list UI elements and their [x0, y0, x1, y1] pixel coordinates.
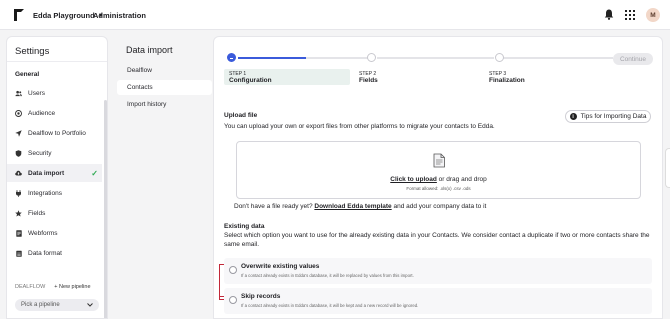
- file-upload-icon: [433, 153, 445, 168]
- sidebar-item-audience[interactable]: Audience: [7, 104, 102, 122]
- subnav-item-contacts[interactable]: Contacts: [117, 80, 212, 95]
- step-line: [306, 57, 368, 59]
- step-progress-line: [238, 57, 306, 59]
- step-name: Fields: [359, 77, 378, 84]
- target-icon: [15, 109, 22, 117]
- radio-button[interactable]: [229, 296, 237, 304]
- import-panel: Continue STEP 1 Configuration STEP 2 Fie…: [213, 36, 663, 319]
- upload-description: You can upload your own or export files …: [224, 123, 495, 130]
- apps-grid-icon[interactable]: [625, 10, 635, 20]
- step-1-dot: [227, 53, 236, 62]
- settings-group-general: General: [15, 71, 40, 78]
- info-icon: i: [569, 113, 577, 120]
- download-template-link[interactable]: Download Edda template: [314, 203, 391, 210]
- template-post: and add your company data to it: [391, 203, 487, 210]
- file-dropzone[interactable]: Click to upload or drag and drop Format …: [236, 141, 641, 199]
- sidebar-item-dealflow-to-portfolio[interactable]: Dealflow to Portfolio: [7, 124, 102, 142]
- breadcrumb[interactable]: Administration: [93, 11, 146, 20]
- sidebar-item-label: Webforms: [28, 229, 58, 237]
- subnav-title: Data import: [126, 45, 173, 55]
- chevron-down-icon: [87, 303, 93, 307]
- sidebar-item-fields[interactable]: Fields: [7, 204, 102, 222]
- users-icon: [15, 90, 22, 97]
- divider: [7, 61, 107, 62]
- sidebar-item-webforms[interactable]: Webforms: [7, 224, 102, 242]
- option-skip[interactable]: Skip records If a contact already exists…: [224, 288, 652, 314]
- workspace-name: Edda Playground: [33, 11, 95, 20]
- step-name: Configuration: [229, 77, 272, 84]
- step-3: STEP 3 Finalization: [484, 69, 604, 85]
- step-2: STEP 2 Fields: [354, 69, 474, 85]
- star-icon: [15, 209, 22, 217]
- dropzone-text: Click to upload or drag and drop: [237, 176, 640, 183]
- sidebar-item-security[interactable]: Security: [7, 144, 102, 162]
- click-to-upload-link[interactable]: Click to upload: [390, 176, 437, 183]
- top-bar: Edda Playground ▼ Administration M: [0, 0, 670, 30]
- radio-button[interactable]: [229, 266, 237, 274]
- sidebar-item-label: Audience: [28, 109, 56, 117]
- avatar[interactable]: M: [646, 8, 660, 22]
- pipeline-picker[interactable]: Pick a pipeline: [15, 299, 99, 311]
- drag-drop-text: or drag and drop: [436, 176, 487, 183]
- dealflow-label: DEALFLOW: [15, 284, 46, 290]
- upload-title: Upload file: [224, 112, 258, 119]
- subnav-item-import-history[interactable]: Import history: [117, 97, 212, 112]
- existing-data-title: Existing data: [224, 223, 265, 230]
- option-title: Overwrite existing values: [241, 263, 320, 270]
- subnav-item-label: Dealflow: [127, 67, 152, 74]
- sidebar-item-label: Users: [28, 89, 45, 97]
- plus-icon: +: [54, 284, 58, 290]
- step-2-dot: [367, 53, 376, 62]
- option-title: Skip records: [241, 293, 281, 300]
- sidebar-item-label: Fields: [28, 209, 46, 217]
- sidebar-scrollbar[interactable]: [104, 100, 107, 318]
- new-pipeline-button[interactable]: + New pipeline: [54, 284, 90, 290]
- sidebar-item-label: Dealflow to Portfolio: [28, 129, 86, 137]
- send-icon: [15, 129, 22, 137]
- calendar-icon: [15, 250, 22, 257]
- side-drawer-handle[interactable]: [665, 148, 670, 188]
- edda-logo-icon[interactable]: [13, 8, 25, 22]
- option-description: If a contact already exists in Edda's da…: [241, 273, 414, 278]
- template-hint: Don't have a file ready yet? Download Ed…: [234, 203, 486, 210]
- subnav-item-label: Contacts: [127, 84, 153, 91]
- step-line: [503, 57, 613, 59]
- new-pipeline-label: New pipeline: [59, 284, 91, 290]
- step-1: STEP 1 Configuration: [224, 69, 350, 85]
- existing-data-description: Select which option you want to use for …: [224, 232, 650, 248]
- shield-icon: [15, 149, 22, 157]
- bell-icon[interactable]: [604, 9, 614, 20]
- data-import-subnav: Data import Dealflow Contacts Import his…: [117, 36, 213, 319]
- stepper: [226, 52, 613, 62]
- template-pre: Don't have a file ready yet?: [234, 203, 315, 210]
- option-overwrite[interactable]: Overwrite existing values If a contact a…: [224, 258, 652, 284]
- sidebar-item-data-format[interactable]: Data format: [7, 244, 102, 262]
- sidebar-item-label: Security: [28, 149, 52, 157]
- sidebar-item-data-import[interactable]: Data import ✓: [7, 164, 102, 182]
- tips-button[interactable]: i Tips for Importing Data: [565, 110, 651, 123]
- pipeline-picker-placeholder: Pick a pipeline: [21, 302, 60, 308]
- document-icon: [15, 229, 22, 237]
- checkmark-icon: ✓: [91, 168, 98, 178]
- subnav-item-label: Import history: [127, 101, 167, 108]
- sidebar-item-label: Integrations: [28, 189, 62, 197]
- allowed-formats: Format allowed: .xls(x) .csv .ods: [406, 186, 471, 191]
- sidebar-item-integrations[interactable]: Integrations: [7, 184, 102, 202]
- cloud-upload-icon: [15, 170, 22, 177]
- step-3-dot: [495, 53, 504, 62]
- sidebar-item-label: Data format: [28, 249, 62, 257]
- option-description: If a contact already exists in Edda's da…: [241, 303, 419, 308]
- continue-button[interactable]: Continue: [613, 53, 653, 65]
- step-line: [377, 57, 494, 59]
- dealflow-section: DEALFLOW + New pipeline: [15, 284, 91, 290]
- settings-sidebar: Settings General Users Audience Dealflow…: [6, 36, 108, 319]
- plug-icon: [15, 189, 22, 197]
- subnav-item-dealflow[interactable]: Dealflow: [117, 63, 212, 78]
- tips-label: Tips for Importing Data: [580, 113, 647, 120]
- settings-title: Settings: [15, 46, 50, 57]
- sidebar-item-label: Data import: [28, 169, 65, 177]
- sidebar-item-users[interactable]: Users: [7, 84, 102, 102]
- step-name: Finalization: [489, 77, 525, 84]
